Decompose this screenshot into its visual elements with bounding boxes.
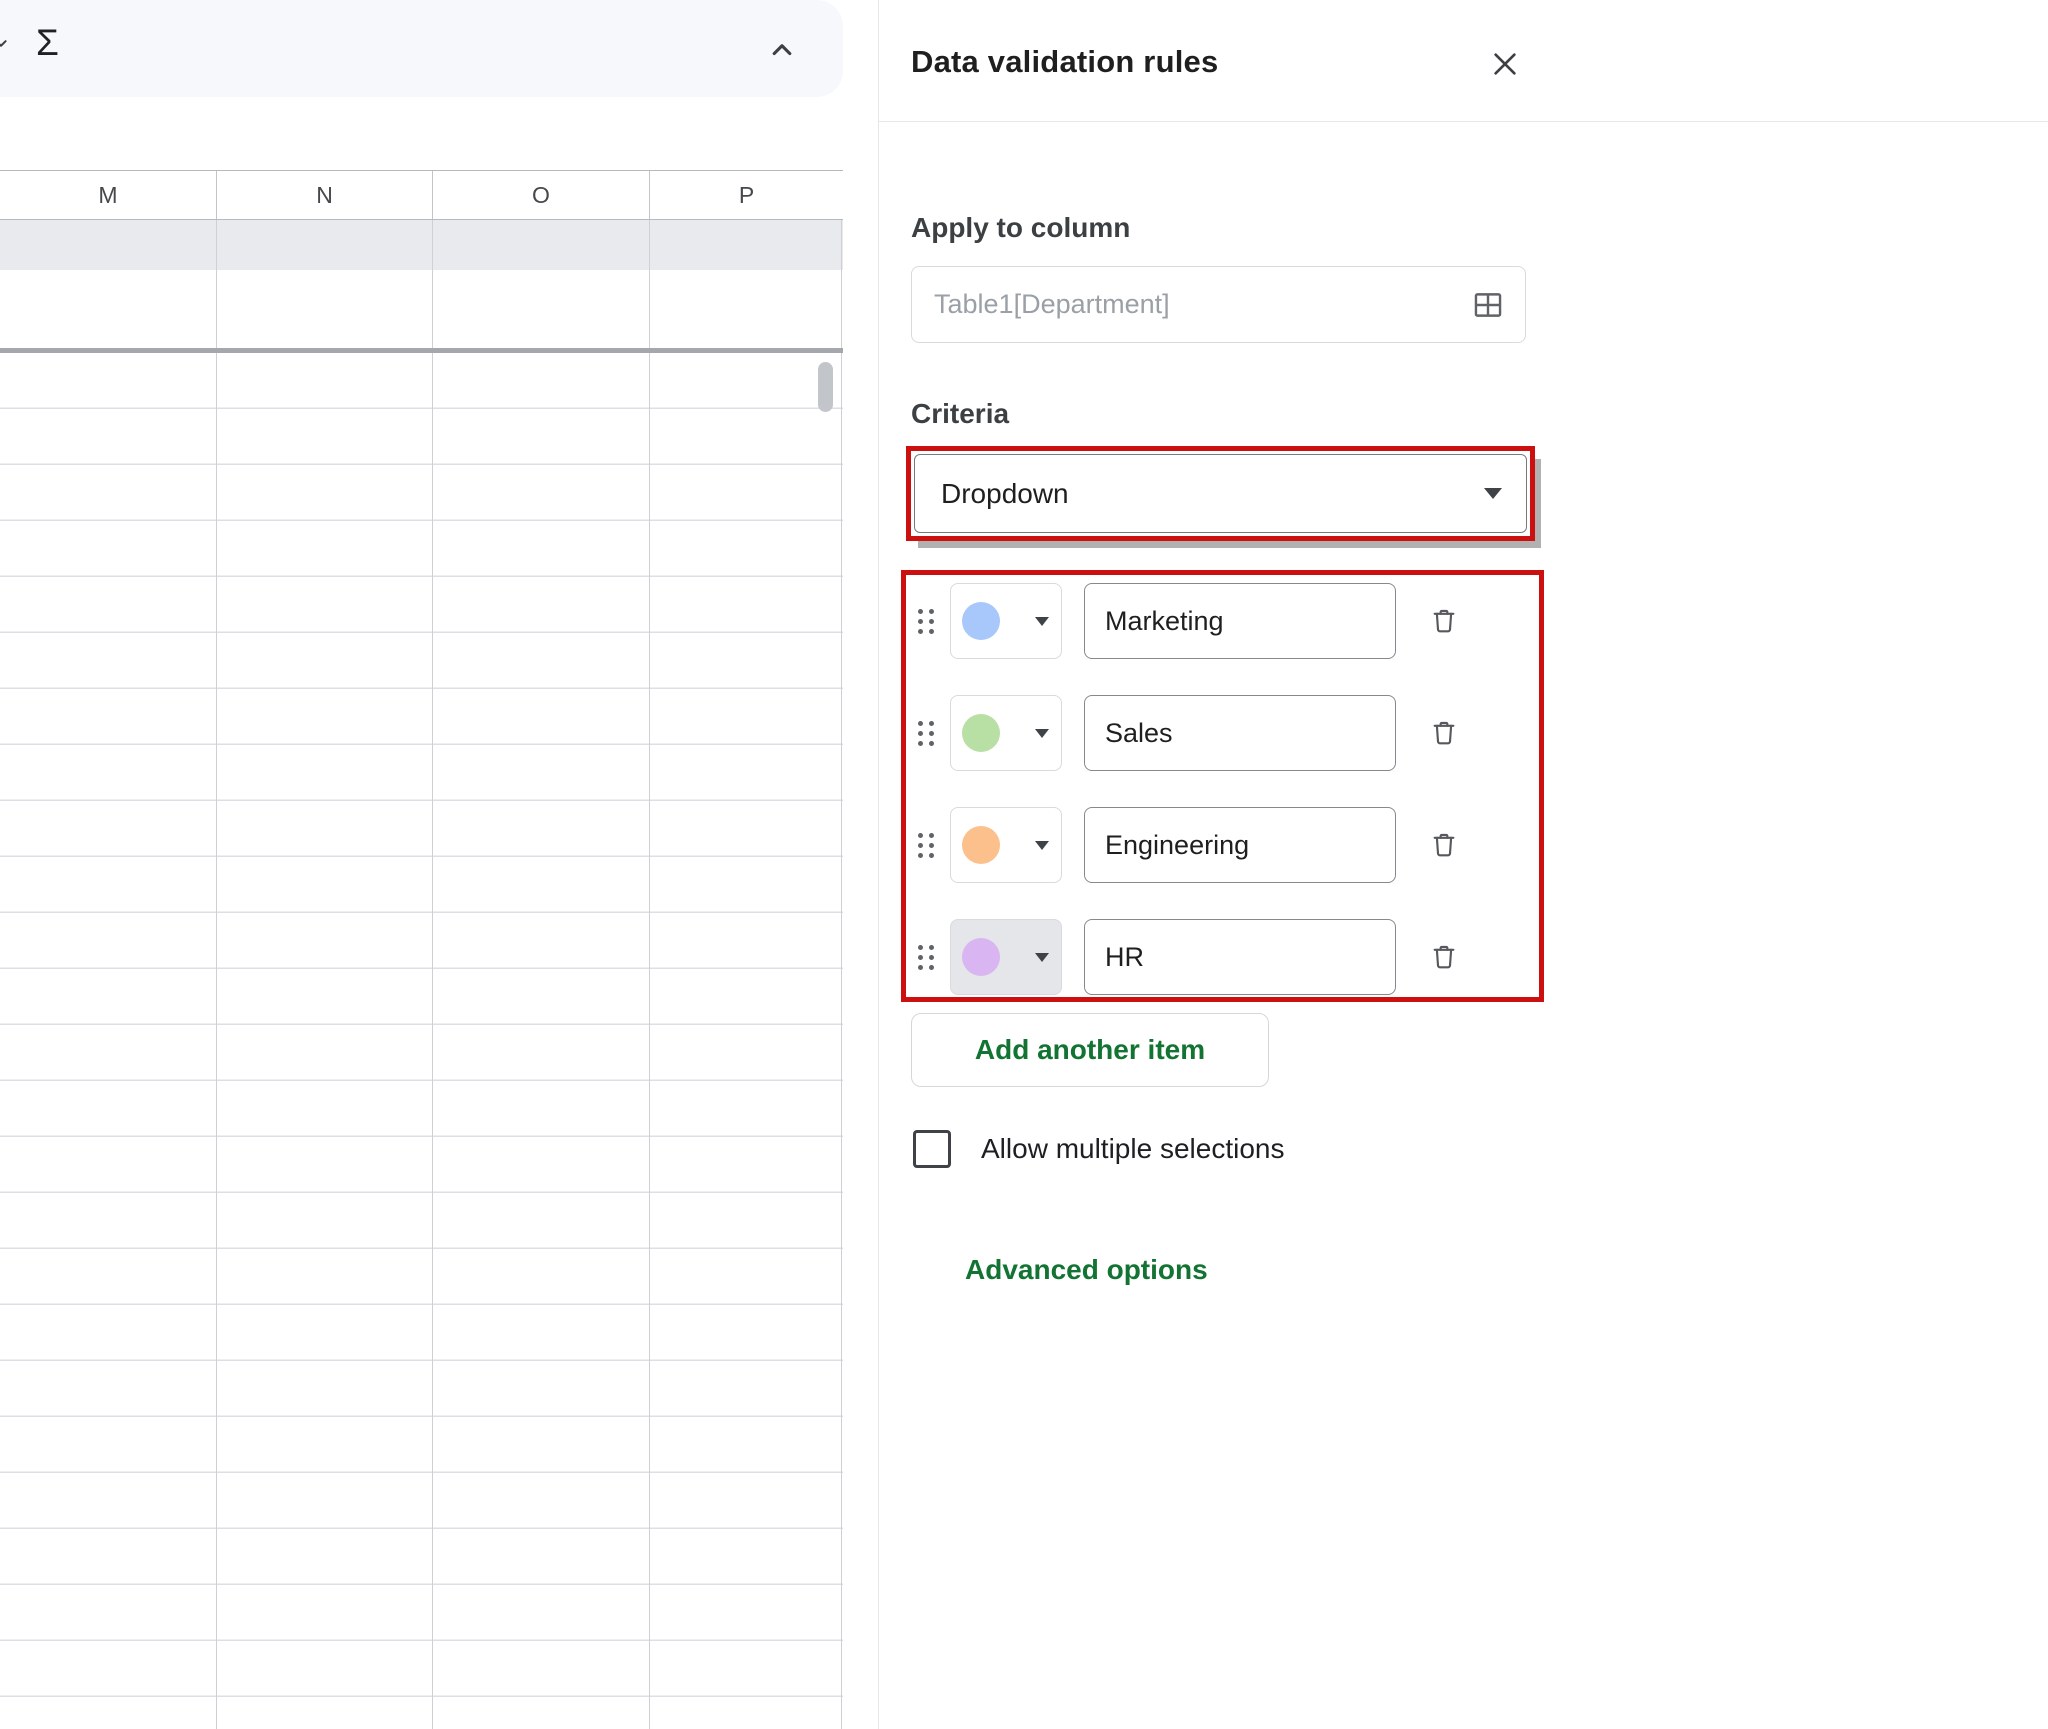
chevron-down-icon: [1035, 617, 1049, 626]
allow-multiple-checkbox[interactable]: [913, 1130, 951, 1168]
column-gridline: [432, 220, 433, 1729]
functions-sigma-icon[interactable]: Σ: [36, 22, 59, 64]
delete-item-button[interactable]: [1422, 823, 1466, 867]
allow-multiple-label: Allow multiple selections: [981, 1133, 1284, 1165]
criteria-selected-value: Dropdown: [941, 478, 1069, 510]
trash-icon: [1429, 606, 1459, 636]
close-icon: [1489, 48, 1521, 80]
frozen-row-divider: [0, 348, 843, 353]
annotation-box-criteria: Dropdown: [906, 446, 1535, 541]
column-gridline: [649, 220, 650, 1729]
item-text-input[interactable]: [1084, 583, 1396, 659]
delete-item-button[interactable]: [1422, 935, 1466, 979]
column-headers: M N O P: [0, 170, 843, 220]
trash-icon: [1429, 718, 1459, 748]
spreadsheet-area: Σ M N O P: [0, 0, 843, 1729]
add-another-item-button[interactable]: Add another item: [911, 1013, 1269, 1087]
chevron-down-icon: [1035, 953, 1049, 962]
color-chip-button[interactable]: [950, 919, 1062, 995]
column-gridline: [216, 220, 217, 1729]
dropdown-item-row: [914, 695, 1539, 771]
select-data-range-grid-icon[interactable]: [1471, 288, 1505, 322]
allow-multiple-row: Allow multiple selections: [913, 1130, 1284, 1168]
item-text-input[interactable]: [1084, 695, 1396, 771]
vertical-scrollbar-thumb[interactable]: [818, 362, 833, 412]
column-header-p[interactable]: P: [650, 171, 843, 219]
column-header-n[interactable]: N: [217, 171, 433, 219]
column-gridline: [841, 220, 842, 1729]
color-chip-button[interactable]: [950, 583, 1062, 659]
chevron-down-icon: [1035, 729, 1049, 738]
chevron-down-icon: [1035, 841, 1049, 850]
drag-handle-icon[interactable]: [914, 833, 938, 858]
advanced-options-link[interactable]: Advanced options: [965, 1254, 1208, 1286]
color-chip-button[interactable]: [950, 695, 1062, 771]
criteria-label: Criteria: [911, 398, 1009, 430]
column-header-o[interactable]: O: [433, 171, 650, 219]
dropdown-item-row: [914, 583, 1539, 659]
drag-handle-icon[interactable]: [914, 609, 938, 634]
range-input[interactable]: [912, 289, 1471, 320]
apply-to-column-label: Apply to column: [911, 212, 1130, 244]
panel-divider: [879, 121, 2048, 122]
dropdown-item-row: [914, 919, 1539, 995]
close-button[interactable]: [1483, 42, 1527, 86]
trash-icon: [1429, 830, 1459, 860]
chevron-up-icon: [765, 33, 799, 67]
annotation-box-items: [901, 570, 1544, 1002]
color-circle: [962, 602, 1000, 640]
table-header-row: [0, 220, 843, 270]
criteria-dropdown[interactable]: Dropdown: [914, 454, 1527, 533]
drag-handle-icon[interactable]: [914, 945, 938, 970]
trash-icon: [1429, 942, 1459, 972]
color-circle: [962, 938, 1000, 976]
item-text-input[interactable]: [1084, 919, 1396, 995]
chevron-down-icon: [1484, 488, 1502, 499]
toolbar: Σ: [0, 0, 843, 97]
sheet-cells-area[interactable]: [0, 353, 843, 1729]
data-validation-panel: Data validation rules Apply to column Cr…: [878, 0, 2048, 1729]
color-circle: [962, 826, 1000, 864]
delete-item-button[interactable]: [1422, 711, 1466, 755]
item-text-input[interactable]: [1084, 807, 1396, 883]
color-chip-button[interactable]: [950, 807, 1062, 883]
panel-title: Data validation rules: [911, 44, 1218, 80]
color-circle: [962, 714, 1000, 752]
column-header-m[interactable]: M: [0, 171, 217, 219]
drag-handle-icon[interactable]: [914, 721, 938, 746]
delete-item-button[interactable]: [1422, 599, 1466, 643]
collapse-toolbar-button[interactable]: [760, 28, 804, 72]
apply-to-column-field: [911, 266, 1526, 343]
dropdown-item-row: [914, 807, 1539, 883]
clipped-chevron-down-icon: [0, 32, 12, 59]
